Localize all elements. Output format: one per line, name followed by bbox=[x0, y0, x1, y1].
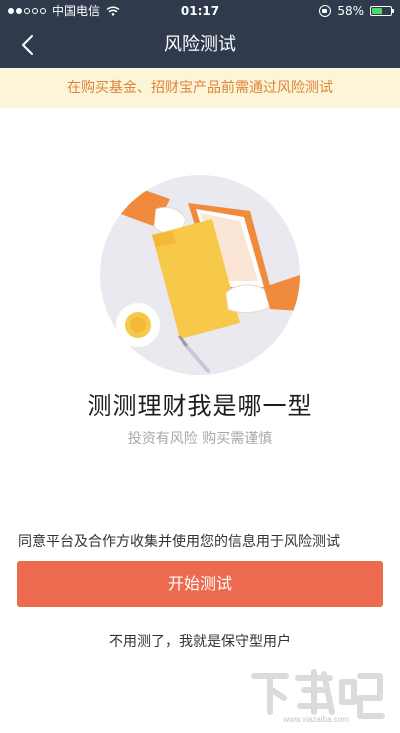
skip-test-link-label[interactable]: 不用测了，我就是保守型用户 bbox=[109, 634, 291, 650]
folder-illustration bbox=[100, 175, 300, 375]
nav-bar: 风险测试 bbox=[0, 22, 400, 68]
battery-icon bbox=[370, 6, 394, 16]
illustration bbox=[100, 175, 300, 375]
page-title: 风险测试 bbox=[164, 34, 236, 55]
start-test-button[interactable]: 开始测试 bbox=[17, 561, 383, 607]
headline: 测测理财我是哪一型 bbox=[87, 392, 313, 420]
watermark-svg: www.xiazaiba.com bbox=[251, 669, 385, 724]
svg-text:www.xiazaiba.com: www.xiazaiba.com bbox=[282, 715, 349, 724]
battery-fill bbox=[372, 8, 383, 14]
lock-rotation-icon bbox=[319, 5, 332, 17]
status-right: 58% bbox=[319, 0, 394, 22]
skip-test-link[interactable]: 不用测了，我就是保守型用户 bbox=[0, 631, 400, 651]
notice-banner: 在购买基金、招财宝产品前需通过风险测试 bbox=[0, 68, 400, 108]
watermark-logo: www.xiazaiba.com bbox=[246, 668, 386, 724]
battery-percent: 58% bbox=[337, 4, 364, 18]
subline: 投资有风险 购买需谨慎 bbox=[127, 431, 273, 447]
top-bar: 中国电信 01:17 58% 风险测试 bbox=[0, 0, 400, 68]
status-bar: 中国电信 01:17 58% bbox=[0, 0, 400, 22]
consent-text: 同意平台及合作方收集并使用您的信息用于风险测试 bbox=[18, 534, 340, 550]
